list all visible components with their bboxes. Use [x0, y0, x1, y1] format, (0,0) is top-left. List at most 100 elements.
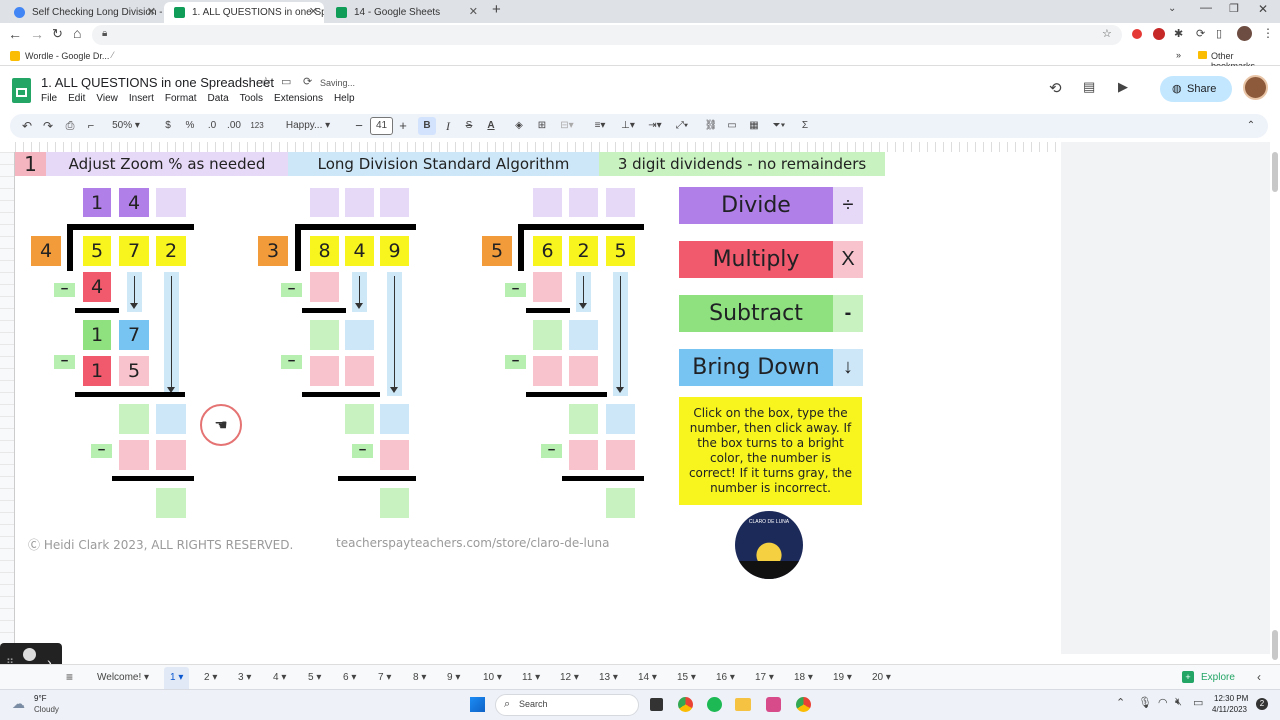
answer-box[interactable]	[569, 356, 598, 386]
answer-box[interactable]	[310, 272, 339, 302]
decrease-decimal[interactable]: .0	[204, 114, 220, 138]
step-subtract[interactable]: Subtract	[679, 295, 833, 332]
url-field[interactable]: 🔒︎ ☆	[92, 25, 1122, 45]
answer-box[interactable]	[569, 440, 598, 470]
dividend-digit[interactable]: 2	[156, 236, 186, 266]
sheet-tab-17[interactable]: 17 ▾	[755, 665, 774, 690]
meet-icon[interactable]: ▶︎	[1118, 79, 1128, 95]
product-digit[interactable]: 1	[83, 356, 111, 386]
weather-temperature[interactable]: 9°F	[34, 694, 47, 703]
product-digit[interactable]: 5	[119, 356, 149, 386]
bookmark-icon[interactable]: ⁄	[112, 50, 114, 60]
sheet-tab-10[interactable]: 10 ▾	[483, 665, 502, 690]
quotient-box[interactable]	[310, 188, 339, 217]
dividend-digit[interactable]: 5	[606, 236, 635, 266]
answer-box[interactable]	[533, 272, 562, 302]
text-color-button[interactable]: A	[484, 114, 498, 138]
pause-icon[interactable]	[23, 648, 36, 661]
snipping-tool-icon[interactable]	[766, 697, 781, 712]
difference-digit[interactable]: 1	[83, 320, 111, 350]
functions-button[interactable]: Σ	[798, 114, 812, 138]
answer-box[interactable]	[533, 320, 562, 350]
zoom-select[interactable]: 50% ▾	[106, 114, 146, 138]
horizontal-align-icon[interactable]: ≡▾	[589, 114, 611, 138]
quotient-digit[interactable]: 1	[83, 188, 111, 217]
menu-extensions[interactable]: Extensions	[274, 93, 323, 104]
menu-tools[interactable]: Tools	[240, 93, 263, 104]
italic-button[interactable]: I	[442, 114, 454, 138]
menu-insert[interactable]: Insert	[129, 93, 154, 104]
forward-icon[interactable]: →	[30, 26, 44, 42]
paint-format-icon[interactable]: ⌐	[84, 114, 98, 138]
dividend-digit[interactable]: 6	[533, 236, 562, 266]
bookmark-wordle[interactable]: Wordle - Google Dr...	[25, 51, 109, 61]
sheet-tab-2[interactable]: 2 ▾	[204, 665, 217, 690]
dividend-digit[interactable]: 7	[119, 236, 149, 266]
percent-format[interactable]: %	[183, 114, 197, 138]
user-avatar[interactable]	[1243, 75, 1268, 100]
volume-muted-icon[interactable]: 🔇︎	[1175, 696, 1182, 709]
sheet-tab-18[interactable]: 18 ▾	[794, 665, 813, 690]
fill-color-icon[interactable]: ◈	[512, 114, 526, 138]
step-multiply[interactable]: Multiply	[679, 241, 833, 278]
borders-icon[interactable]: ⊞	[535, 114, 549, 138]
extension-icon[interactable]	[1132, 29, 1142, 39]
answer-box[interactable]	[119, 404, 149, 434]
answer-box[interactable]	[380, 440, 409, 470]
text-rotation-icon[interactable]: ⤢▾	[671, 114, 693, 138]
new-tab-icon[interactable]: +	[492, 1, 501, 18]
menu-file[interactable]: File	[41, 93, 57, 104]
close-window-icon[interactable]: ✕	[1258, 2, 1268, 16]
battery-icon[interactable]: ▭	[1193, 696, 1203, 709]
sheet-tab-8[interactable]: 8 ▾	[413, 665, 426, 690]
chrome-profile-icon[interactable]	[796, 697, 811, 712]
zoom-instruction[interactable]: Adjust Zoom % as needed	[46, 152, 288, 176]
minimize-icon[interactable]: —	[1200, 0, 1212, 14]
spotify-icon[interactable]	[707, 697, 722, 712]
windows-start-icon[interactable]	[470, 697, 485, 712]
document-title[interactable]: 1. ALL QUESTIONS in one Spreadsheet	[41, 75, 274, 90]
answer-box[interactable]	[606, 440, 635, 470]
text-wrap-icon[interactable]: ⇥▾	[644, 114, 666, 138]
insert-chart-icon[interactable]: ▦	[747, 114, 761, 138]
wifi-icon[interactable]: ◠	[1158, 696, 1168, 709]
divisor[interactable]: 3	[258, 236, 288, 266]
file-explorer-icon[interactable]	[735, 698, 751, 711]
sheet-tab-15[interactable]: 15 ▾	[677, 665, 696, 690]
notification-badge[interactable]: 2	[1256, 698, 1268, 710]
product-digit[interactable]: 4	[83, 272, 111, 302]
more-formats[interactable]: 123	[248, 114, 266, 138]
sync-icon[interactable]: ⟳	[1196, 27, 1205, 40]
microphone-icon[interactable]: 🎙︎	[1138, 696, 1152, 709]
menu-help[interactable]: Help	[334, 93, 355, 104]
quotient-box[interactable]	[380, 188, 409, 217]
close-tab-icon[interactable]: ✕	[147, 2, 156, 23]
sheet-tab-3[interactable]: 3 ▾	[238, 665, 251, 690]
reload-icon[interactable]: ↻	[52, 26, 63, 42]
strikethrough-button[interactable]: S	[463, 114, 475, 138]
close-tab-icon[interactable]: ✕	[469, 2, 478, 23]
step-bring-down[interactable]: Bring Down	[679, 349, 833, 386]
dividend-digit[interactable]: 5	[83, 236, 111, 266]
dividends-description[interactable]: 3 digit dividends - no remainders	[599, 152, 885, 176]
merge-cells-icon[interactable]: ⊟▾	[556, 114, 578, 138]
font-size-input[interactable]: 41	[370, 117, 393, 135]
share-button[interactable]: ◍ Share	[1160, 76, 1232, 102]
answer-box[interactable]	[345, 320, 374, 350]
menu-data[interactable]: Data	[208, 93, 229, 104]
answer-box[interactable]	[345, 404, 374, 434]
sheet-tab-12[interactable]: 12 ▾	[560, 665, 579, 690]
sheet-tab-19[interactable]: 19 ▾	[833, 665, 852, 690]
insert-link-icon[interactable]: ⛓︎	[704, 114, 718, 138]
font-select[interactable]: Happy... ▾	[278, 114, 338, 138]
answer-box[interactable]	[310, 356, 339, 386]
chrome-taskbar-icon[interactable]	[678, 697, 693, 712]
increase-font-size[interactable]: +	[397, 114, 409, 138]
quotient-box[interactable]	[569, 188, 598, 217]
sheet-tab-14[interactable]: 14 ▾	[638, 665, 657, 690]
filter-icon[interactable]: ⏷▾	[768, 114, 790, 138]
sheet-tab-welcome[interactable]: Welcome! ▾	[97, 665, 149, 690]
version-history-icon[interactable]: ⟲	[1049, 79, 1062, 97]
remainder-box[interactable]	[156, 488, 186, 518]
sheet-tab-16[interactable]: 16 ▾	[716, 665, 735, 690]
